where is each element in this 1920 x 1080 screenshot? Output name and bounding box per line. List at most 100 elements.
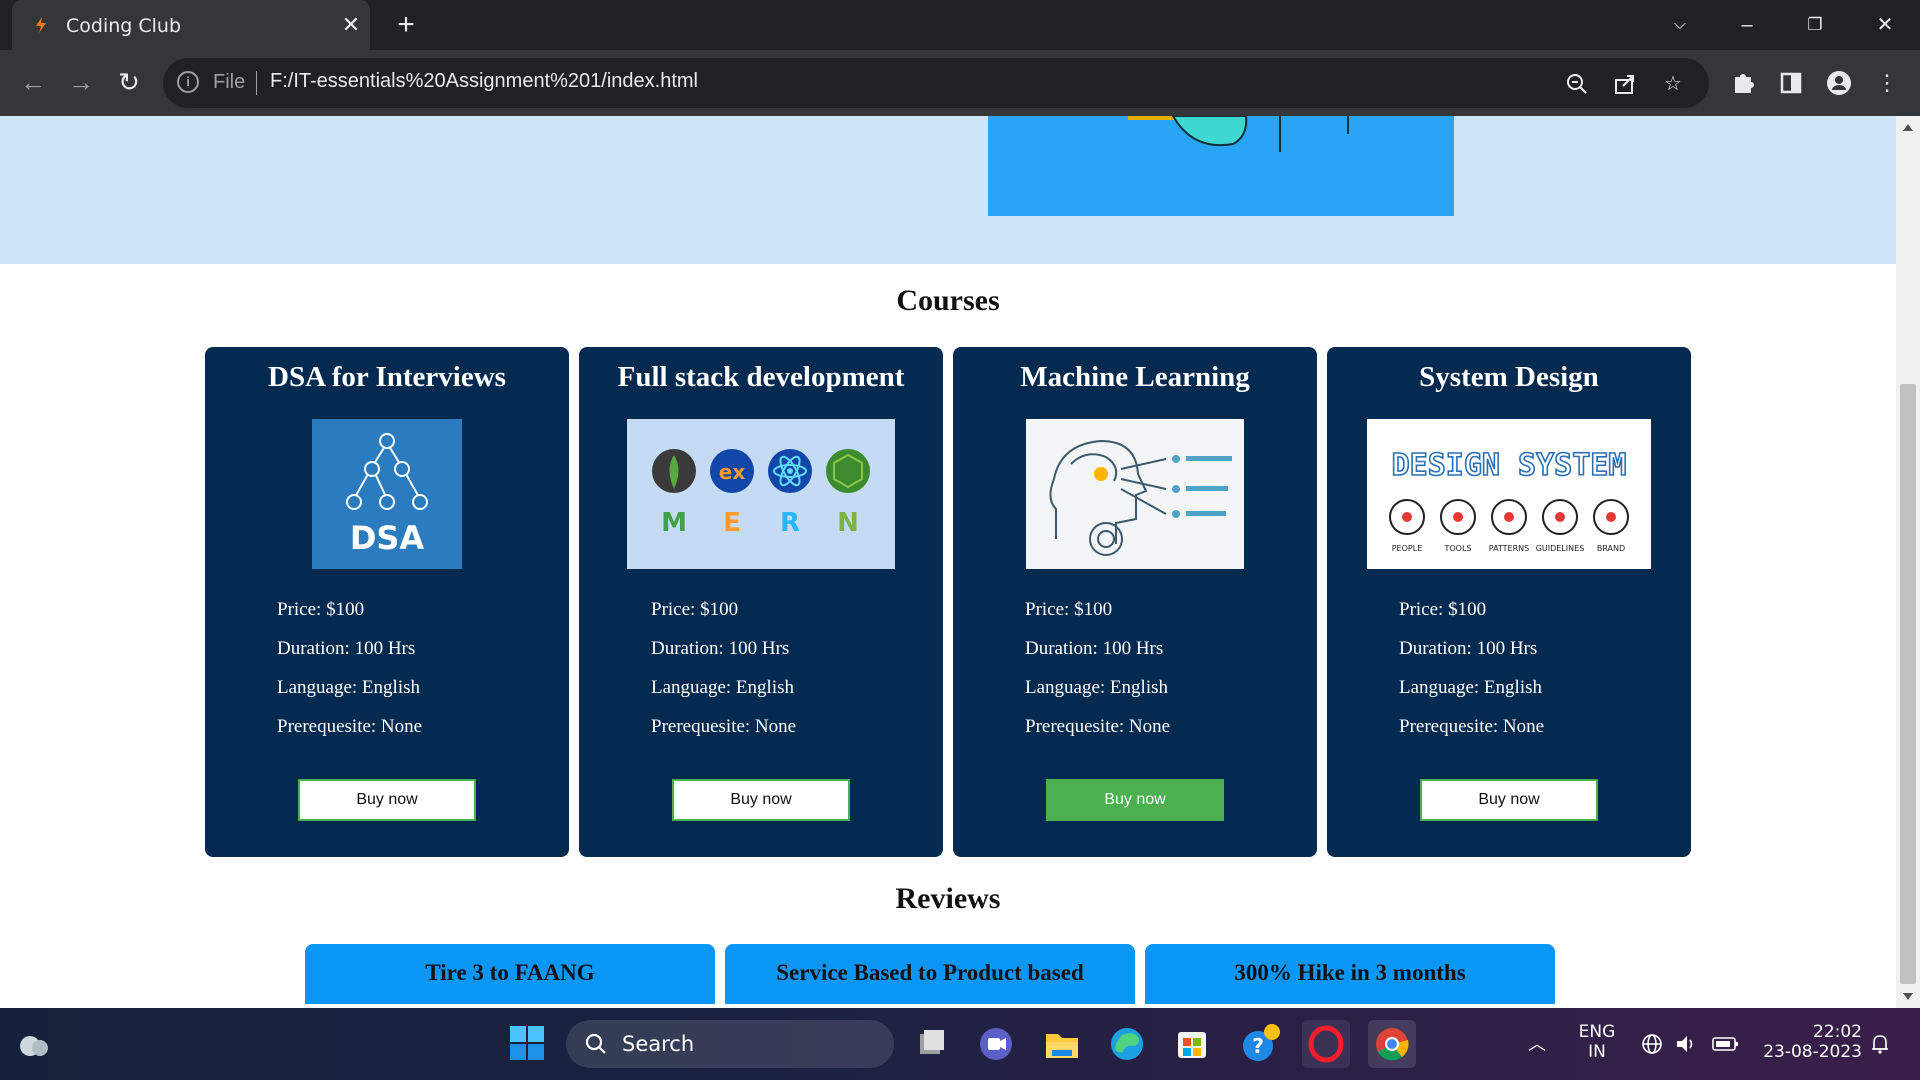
course-price: Price: $100 (1399, 599, 1487, 620)
restore-icon[interactable]: ❐ (1795, 8, 1835, 42)
express-badge-text: ex (719, 460, 746, 484)
course-language: Language: English (651, 677, 794, 698)
course-title: Machine Learning (1020, 361, 1250, 393)
people-label: PEOPLE (1392, 544, 1423, 553)
tab-title: Coding Club (66, 15, 182, 37)
course-duration: Duration: 100 Hrs (277, 638, 416, 659)
taskbar-search-box[interactable]: Search (566, 1020, 894, 1068)
file-explorer-icon[interactable] (1038, 1020, 1086, 1068)
scroll-thumb[interactable] (1900, 384, 1916, 984)
course-card-system-design: System Design DESIGN SYSTEM PEOPLE TOOLS… (1327, 347, 1691, 857)
zoom-out-icon[interactable] (1563, 70, 1591, 98)
get-help-icon[interactable]: ? (1236, 1020, 1284, 1068)
guidelines-label: GUIDELINES (1536, 544, 1585, 553)
patterns-label: PATTERNS (1489, 544, 1529, 553)
course-info: Price: $100 Duration: 100 Hrs Language: … (1025, 599, 1170, 755)
scroll-up-arrow-icon[interactable] (1903, 124, 1913, 131)
course-duration: Duration: 100 Hrs (1399, 638, 1538, 659)
scroll-down-arrow-icon[interactable] (1903, 993, 1913, 1000)
hero-section (0, 116, 1896, 264)
course-prereq: Prerequesite: None (651, 716, 797, 737)
address-bar[interactable]: i File F:/IT-essentials%20Assignment%201… (163, 58, 1709, 108)
reload-icon[interactable]: ↻ (111, 64, 147, 100)
course-prereq: Prerequesite: None (277, 716, 423, 737)
course-card-dsa: DSA for Interviews DSA Price: $100 Durat… (205, 347, 569, 857)
course-price: Price: $100 (1025, 599, 1113, 620)
profile-icon[interactable] (1823, 67, 1855, 99)
course-info: Price: $100 Duration: 100 Hrs Language: … (651, 599, 796, 755)
tab-search-icon[interactable]: ⌵ (1660, 8, 1700, 42)
windows-taskbar: Search ? ︿ ENG IN 22:02 23-08-2023 (0, 1008, 1920, 1080)
browser-tab[interactable]: Coding Club ✕ (12, 0, 370, 50)
weather-cloud-icon[interactable] (16, 1028, 52, 1060)
volume-icon[interactable] (1674, 1032, 1698, 1056)
buy-now-button[interactable]: Buy now (1046, 779, 1224, 821)
site-info-icon[interactable]: i (177, 71, 199, 93)
buy-now-button[interactable]: Buy now (1420, 779, 1598, 821)
mern-letter-r: R (780, 508, 800, 538)
course-prereq: Prerequesite: None (1025, 716, 1171, 737)
bookmark-star-icon[interactable]: ☆ (1659, 70, 1687, 98)
brand-label: BRAND (1597, 544, 1625, 553)
review-card: Service Based to Product based (725, 944, 1135, 1004)
course-duration: Duration: 100 Hrs (1025, 638, 1164, 659)
tools-label: TOOLS (1443, 544, 1471, 553)
microsoft-store-icon[interactable] (1168, 1020, 1216, 1068)
forward-arrow-icon[interactable]: → (63, 64, 99, 100)
course-info: Price: $100 Duration: 100 Hrs Language: … (1399, 599, 1544, 755)
scheme-label: File (213, 71, 246, 93)
course-price: Price: $100 (651, 599, 739, 620)
course-title: Full stack development (617, 361, 905, 393)
network-globe-icon[interactable] (1640, 1032, 1664, 1056)
battery-icon[interactable] (1712, 1034, 1740, 1054)
search-icon (585, 1033, 606, 1054)
design-system-text: DESIGN SYSTEM (1392, 448, 1627, 483)
mern-image: ex M E R N (627, 419, 895, 569)
teams-chat-icon[interactable] (972, 1020, 1020, 1068)
notification-bell-icon[interactable] (1868, 1032, 1892, 1056)
close-tab-icon[interactable]: ✕ (338, 12, 364, 38)
opera-browser-icon[interactable] (1302, 1020, 1350, 1068)
course-duration: Duration: 100 Hrs (651, 638, 790, 659)
omnibox-divider (256, 71, 257, 95)
extensions-icon[interactable] (1727, 67, 1759, 99)
review-card: 300% Hike in 3 months (1145, 944, 1555, 1004)
mern-letter-n: N (837, 508, 859, 538)
page-scrollbar[interactable] (1896, 116, 1920, 1008)
more-menu-icon[interactable]: ⋮ (1871, 67, 1903, 99)
minimize-icon[interactable]: – (1727, 8, 1767, 42)
favicon-icon (36, 17, 46, 33)
chrome-browser-icon[interactable] (1368, 1020, 1416, 1068)
course-language: Language: English (1399, 677, 1542, 698)
clock[interactable]: 22:02 23-08-2023 (1752, 1022, 1862, 1062)
hero-image (988, 116, 1454, 216)
course-language: Language: English (277, 677, 420, 698)
back-arrow-icon[interactable]: ← (15, 64, 51, 100)
dsa-image: DSA (312, 419, 462, 569)
browser-toolbar: ← → ↻ i File F:/IT-essentials%20Assignme… (0, 50, 1920, 116)
buy-now-button[interactable]: Buy now (298, 779, 476, 821)
review-card: Tire 3 to FAANG (305, 944, 715, 1004)
buy-now-button[interactable]: Buy now (672, 779, 850, 821)
clock-time: 22:02 (1813, 1022, 1862, 1042)
url-text[interactable]: F:/IT-essentials%20Assignment%201/index.… (270, 70, 698, 93)
share-icon[interactable] (1611, 70, 1639, 98)
svg-text:?: ? (1252, 1034, 1264, 1058)
mern-letter-e: E (723, 508, 741, 538)
edge-browser-icon[interactable] (1103, 1020, 1151, 1068)
reviews-heading: Reviews (895, 882, 1001, 915)
task-view-icon[interactable] (908, 1020, 956, 1068)
new-tab-button[interactable]: + (392, 10, 420, 40)
courses-heading: Courses (896, 284, 1000, 317)
close-window-icon[interactable]: ✕ (1865, 8, 1905, 42)
course-prereq: Prerequesite: None (1399, 716, 1545, 737)
show-hidden-icons-chevron-icon[interactable]: ︿ (1528, 1030, 1546, 1056)
course-title: System Design (1419, 361, 1599, 393)
side-panel-icon[interactable] (1775, 67, 1807, 99)
dsa-logo-text: DSA (350, 519, 425, 557)
ml-image (1026, 419, 1244, 569)
region-code: IN (1588, 1042, 1606, 1062)
windows-start-icon[interactable] (508, 1024, 546, 1062)
language-indicator[interactable]: ENG IN (1572, 1022, 1622, 1062)
page-viewport: Courses DSA for Interviews DSA Price: $1… (0, 116, 1896, 1008)
